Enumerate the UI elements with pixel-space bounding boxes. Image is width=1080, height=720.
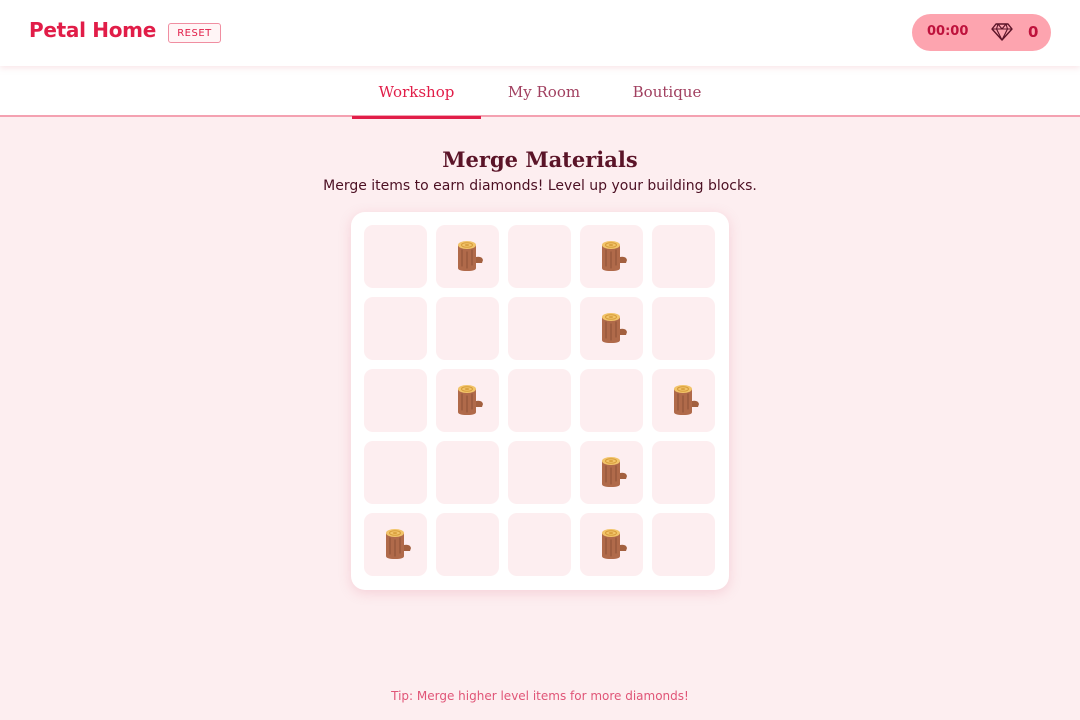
grid-cell[interactable] — [508, 225, 571, 288]
tip-text: Tip: Merge higher level items for more d… — [391, 689, 689, 703]
grid-cell[interactable] — [436, 225, 499, 288]
tab-boutique[interactable]: Boutique — [607, 66, 727, 117]
grid-cell[interactable] — [652, 441, 715, 504]
wood-log-icon[interactable] — [452, 237, 484, 277]
stats-badge: 00:00 0 — [912, 14, 1051, 51]
grid-cell[interactable] — [508, 369, 571, 432]
diamond-icon — [991, 23, 1013, 41]
wood-log-icon[interactable] — [596, 525, 628, 565]
grid-cell[interactable] — [436, 369, 499, 432]
wood-log-icon[interactable] — [596, 237, 628, 277]
grid-cell[interactable] — [580, 441, 643, 504]
wood-log-icon[interactable] — [668, 381, 700, 421]
tab-my-room[interactable]: My Room — [481, 66, 607, 117]
header: Petal Home RESET 00:00 0 — [0, 0, 1080, 66]
grid-cell[interactable] — [652, 225, 715, 288]
wood-log-icon[interactable] — [452, 381, 484, 421]
wood-log-icon[interactable] — [596, 453, 628, 493]
grid-cell[interactable] — [436, 513, 499, 576]
diamond-count: 0 — [1028, 23, 1039, 41]
grid-cell[interactable] — [436, 297, 499, 360]
grid-cell[interactable] — [580, 369, 643, 432]
page-subtitle: Merge items to earn diamonds! Level up y… — [323, 178, 757, 194]
grid-cell[interactable] — [508, 513, 571, 576]
tab-workshop[interactable]: Workshop — [352, 66, 481, 119]
merge-board — [351, 212, 729, 590]
page-title: Merge Materials — [442, 147, 638, 172]
grid-cell[interactable] — [580, 297, 643, 360]
grid-cell[interactable] — [364, 225, 427, 288]
reset-button[interactable]: RESET — [168, 23, 221, 43]
tab-bar: Workshop My Room Boutique — [0, 66, 1080, 119]
grid-cell[interactable] — [508, 441, 571, 504]
brand-title: Petal Home — [29, 18, 156, 42]
timer: 00:00 — [927, 24, 969, 39]
grid-cell[interactable] — [508, 297, 571, 360]
grid-cell[interactable] — [364, 513, 427, 576]
wood-log-icon[interactable] — [596, 309, 628, 349]
grid-cell[interactable] — [652, 369, 715, 432]
grid-cell[interactable] — [364, 441, 427, 504]
grid-cell[interactable] — [436, 441, 499, 504]
grid-cell[interactable] — [364, 297, 427, 360]
grid-cell[interactable] — [580, 225, 643, 288]
grid-cell[interactable] — [652, 513, 715, 576]
wood-log-icon[interactable] — [380, 525, 412, 565]
grid-cell[interactable] — [364, 369, 427, 432]
grid-cell[interactable] — [580, 513, 643, 576]
grid-cell[interactable] — [652, 297, 715, 360]
